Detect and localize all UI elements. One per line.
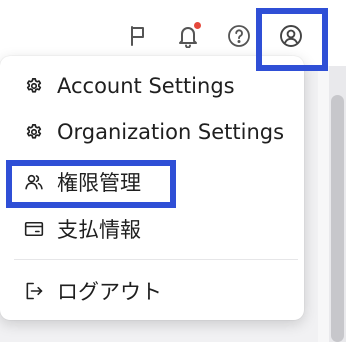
menu-item-label: Account Settings bbox=[57, 74, 235, 98]
flag-icon[interactable] bbox=[124, 22, 152, 50]
credit-card-icon bbox=[24, 219, 44, 239]
menu-item-logout[interactable]: ログアウト bbox=[0, 268, 304, 314]
highlight-user-button bbox=[256, 8, 328, 71]
gear-icon bbox=[24, 122, 44, 142]
help-icon[interactable] bbox=[225, 22, 253, 50]
menu-item-billing[interactable]: 支払情報 bbox=[0, 206, 304, 252]
highlight-permission-item bbox=[6, 160, 176, 208]
notifications-button[interactable] bbox=[174, 22, 202, 50]
notification-dot bbox=[194, 22, 201, 29]
menu-item-label: ログアウト bbox=[57, 280, 162, 304]
menu-item-organization-settings[interactable]: Organization Settings bbox=[0, 109, 304, 155]
logout-icon bbox=[24, 281, 44, 301]
scrollbar-thumb[interactable] bbox=[331, 95, 344, 342]
gear-icon bbox=[24, 76, 44, 96]
menu-item-label: 支払情報 bbox=[57, 218, 141, 242]
page-background-edge bbox=[318, 66, 329, 342]
menu-divider bbox=[14, 259, 298, 260]
menu-item-label: Organization Settings bbox=[57, 120, 285, 144]
